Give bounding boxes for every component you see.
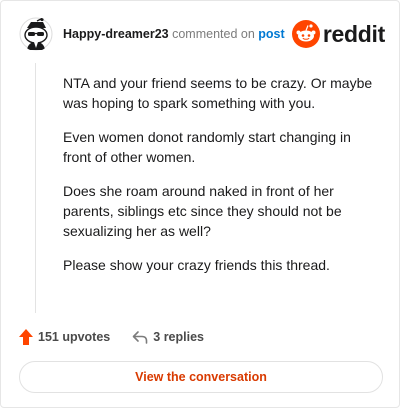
view-conversation-button[interactable]: View the conversation [19,361,383,393]
reddit-brand[interactable]: reddit [291,17,385,51]
upvote-button[interactable]: 151 upvotes [19,329,110,345]
avatar[interactable] [19,17,53,51]
upvote-arrow-icon [19,329,33,345]
replies-button[interactable]: 3 replies [132,330,204,344]
reddit-wordmark: reddit [322,20,385,47]
reply-count: 3 replies [153,330,204,344]
reddit-logo-icon [291,20,320,48]
action-text: commented on [172,27,255,41]
comment-meta: Happy-dreamer23 commented on post [63,27,285,41]
comment-paragraph-3: Does she roam around naked in front of h… [63,183,342,239]
comment-body: NTA and your friend seems to be crazy. O… [63,73,381,289]
username[interactable]: Happy-dreamer23 [63,27,169,41]
comment-paragraph-2: Even women donot randomly start changing… [63,129,351,165]
comment-actions: 151 upvotes 3 replies [19,327,204,347]
reply-icon [132,331,148,344]
post-link[interactable]: post [258,27,284,41]
comment-paragraph-4: Please show your crazy friends this thre… [63,257,330,273]
comment-card: Happy-dreamer23 commented on post reddit… [0,0,400,408]
thread-line [35,63,36,313]
comment-header: Happy-dreamer23 commented on post reddit [19,17,385,51]
comment-paragraph-1: NTA and your friend seems to be crazy. O… [63,75,373,111]
upvote-count: 151 upvotes [38,330,111,344]
